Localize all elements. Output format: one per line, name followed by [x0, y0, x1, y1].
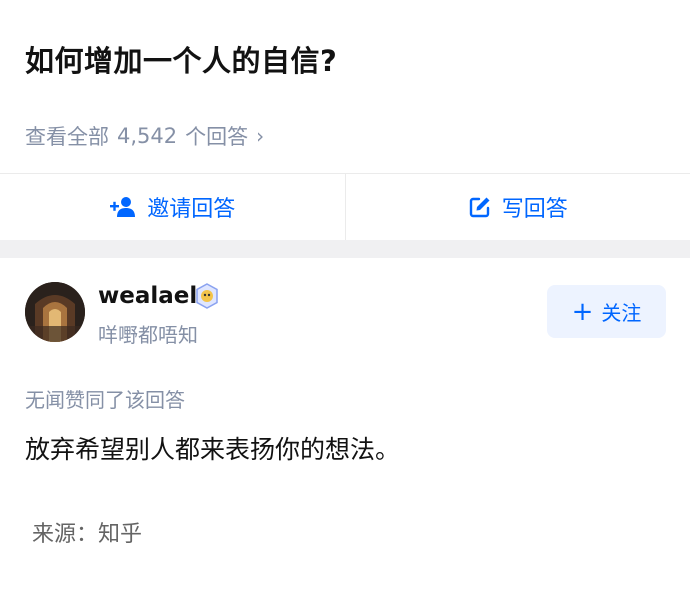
answer-content[interactable]: 放弃希望别人都来表扬你的想法。 [25, 430, 400, 466]
plus-icon: + [571, 296, 594, 327]
add-user-icon [109, 196, 137, 218]
view-all-answers-link[interactable]: 查看全部 4,542 个回答 › [25, 121, 264, 151]
chevron-right-icon: › [256, 124, 265, 148]
author-name[interactable]: wealael [98, 283, 197, 309]
edit-icon [468, 195, 492, 219]
write-answer-label: 写回答 [501, 197, 568, 222]
question-action-bar: 邀请回答 写回答 [0, 173, 690, 240]
invite-answer-label: 邀请回答 [147, 197, 236, 222]
author-bio: 咩嘢都唔知 [98, 323, 198, 347]
write-answer-button[interactable]: 写回答 [344, 174, 690, 240]
follow-button[interactable]: + 关注 [547, 285, 666, 338]
invite-answer-button[interactable]: 邀请回答 [0, 174, 345, 240]
follow-label: 关注 [601, 301, 642, 325]
view-all-label: 查看全部 [25, 125, 109, 149]
answer-count: 4,542 [117, 124, 178, 148]
section-divider [0, 240, 690, 258]
avatar[interactable] [25, 282, 85, 342]
verified-badge-icon [194, 283, 220, 309]
question-title[interactable]: 如何增加一个人的自信? [25, 38, 337, 80]
source-label: 来源：知乎 [32, 522, 143, 547]
upvote-info: 无闻赞同了该回答 [25, 388, 185, 412]
answer-count-suffix: 个回答 [185, 125, 249, 149]
